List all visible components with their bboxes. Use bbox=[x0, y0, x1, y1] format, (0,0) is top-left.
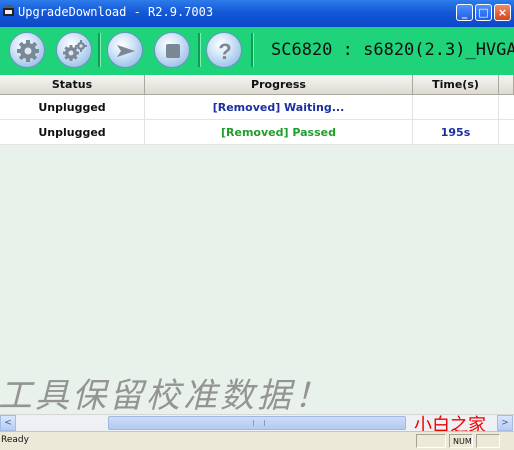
chip-info-label: SC6820 : s6820(2.3)_HVGA_X bbox=[271, 40, 514, 60]
arrow-left-icon: < bbox=[4, 418, 12, 428]
status-panel-empty bbox=[476, 434, 500, 448]
question-mark-icon: ? bbox=[218, 39, 231, 64]
progress-cell: [Removed] Waiting... bbox=[145, 95, 413, 119]
scrollbar-thumb[interactable] bbox=[108, 416, 406, 430]
time-cell: 195s bbox=[413, 120, 499, 144]
gear-icon bbox=[17, 40, 39, 62]
status-text: Ready bbox=[1, 435, 29, 445]
minimize-button[interactable]: _ bbox=[456, 4, 473, 21]
start-button[interactable] bbox=[107, 32, 143, 68]
status-cell: Unplugged bbox=[0, 120, 145, 144]
title-bar[interactable]: UpgradeDownload - R2.9.7003 _ □ × bbox=[0, 0, 514, 27]
column-header-time[interactable]: Time(s) bbox=[413, 75, 499, 95]
settings-button[interactable] bbox=[9, 32, 45, 68]
toolbar-separator bbox=[98, 33, 101, 67]
options-button[interactable] bbox=[56, 32, 92, 68]
time-cell bbox=[413, 95, 499, 119]
window-title: UpgradeDownload - R2.9.7003 bbox=[18, 5, 214, 19]
column-header-status[interactable]: Status bbox=[0, 75, 145, 95]
column-header-extra[interactable] bbox=[499, 75, 514, 95]
play-arrow-icon bbox=[117, 45, 135, 57]
arrow-right-icon: > bbox=[501, 418, 509, 428]
watermark-text: 工具保留校准数据！ bbox=[0, 376, 331, 416]
table-row[interactable]: Unplugged [Removed] Waiting... bbox=[0, 95, 514, 120]
scroll-right-button[interactable]: > bbox=[497, 415, 513, 431]
status-cell: Unplugged bbox=[0, 95, 145, 119]
status-bar: Ready NUM bbox=[0, 431, 514, 450]
maximize-button[interactable]: □ bbox=[475, 4, 492, 21]
help-glyph: ? bbox=[218, 39, 231, 64]
toolbar-separator bbox=[198, 33, 201, 67]
gears-icon bbox=[63, 40, 87, 61]
stop-button[interactable] bbox=[154, 32, 190, 68]
stop-square-icon bbox=[166, 44, 180, 58]
help-button[interactable]: ? bbox=[206, 32, 242, 68]
maximize-icon: □ bbox=[478, 6, 489, 19]
minimize-icon: _ bbox=[461, 6, 468, 19]
app-icon bbox=[3, 5, 14, 16]
toolbar-separator bbox=[251, 33, 254, 67]
grip-icon bbox=[253, 420, 265, 426]
close-button[interactable]: × bbox=[494, 4, 511, 21]
table-row[interactable]: Unplugged [Removed] Passed 195s bbox=[0, 120, 514, 145]
num-lock-indicator: NUM bbox=[449, 434, 473, 448]
progress-cell: [Removed] Passed bbox=[145, 120, 413, 144]
close-icon: × bbox=[497, 6, 508, 19]
column-header-progress[interactable]: Progress bbox=[145, 75, 413, 95]
scroll-left-button[interactable]: < bbox=[0, 415, 16, 431]
status-panel-empty bbox=[416, 434, 446, 448]
